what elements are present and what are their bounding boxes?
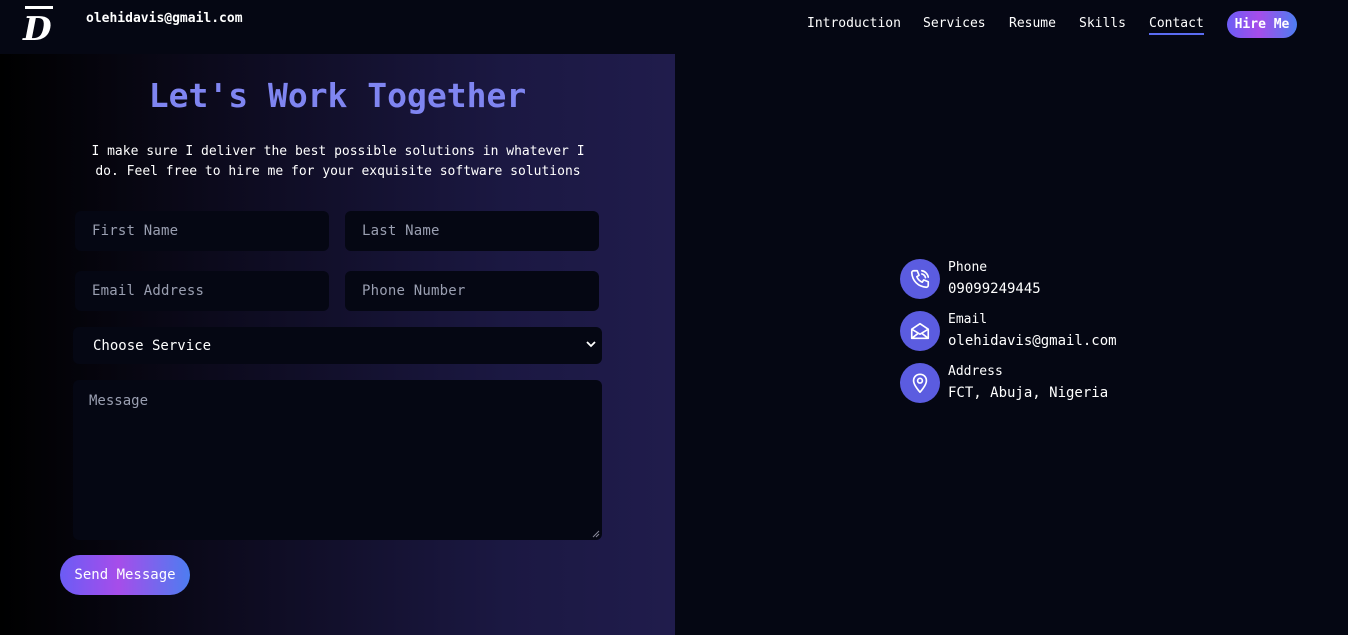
location-icon <box>900 363 940 403</box>
resize-handle-icon[interactable] <box>592 530 600 538</box>
contact-phone-label: Phone <box>948 260 988 275</box>
service-select-value: Choose Service <box>93 337 212 354</box>
form-subtitle: I make sure I deliver the best possible … <box>91 144 585 179</box>
message-textarea[interactable]: Message <box>73 380 602 540</box>
contact-phone: Phone 09099249445 <box>900 259 1200 301</box>
chevron-down-icon <box>586 341 596 348</box>
hire-me-button[interactable]: Hire Me <box>1227 11 1297 38</box>
logo[interactable]: D <box>22 5 56 48</box>
last-name-input[interactable]: Last Name <box>345 211 599 251</box>
nav-services[interactable]: Services <box>923 16 986 31</box>
first-name-input[interactable]: First Name <box>75 211 329 251</box>
mail-icon <box>900 311 940 351</box>
contact-address-label: Address <box>948 364 1003 379</box>
logo-letter: D <box>23 9 52 48</box>
contact-email: Email olehidavis@gmail.com <box>900 311 1200 353</box>
contact-phone-value: 09099249445 <box>948 281 1041 297</box>
header-email: olehidavis@gmail.com <box>86 11 243 26</box>
nav-skills[interactable]: Skills <box>1079 16 1126 31</box>
message-placeholder: Message <box>89 393 149 409</box>
phone-icon <box>900 259 940 299</box>
nav-contact[interactable]: Contact <box>1149 16 1204 35</box>
nav-introduction[interactable]: Introduction <box>807 16 901 31</box>
contact-email-value: olehidavis@gmail.com <box>948 333 1117 349</box>
contact-address-value: FCT, Abuja, Nigeria <box>948 385 1109 401</box>
contact-address: Address FCT, Abuja, Nigeria <box>900 363 1200 405</box>
send-message-button[interactable]: Send Message <box>60 555 190 595</box>
contact-form-panel: Let's Work Together I make sure I delive… <box>0 54 675 635</box>
nav-resume[interactable]: Resume <box>1009 16 1056 31</box>
phone-input[interactable]: Phone Number <box>345 271 599 311</box>
form-title: Let's Work Together <box>148 76 527 115</box>
email-input[interactable]: Email Address <box>75 271 329 311</box>
site-header: D olehidavis@gmail.com Introduction Serv… <box>0 0 1348 54</box>
service-select[interactable]: Choose Service <box>73 327 602 364</box>
contact-email-label: Email <box>948 312 988 327</box>
